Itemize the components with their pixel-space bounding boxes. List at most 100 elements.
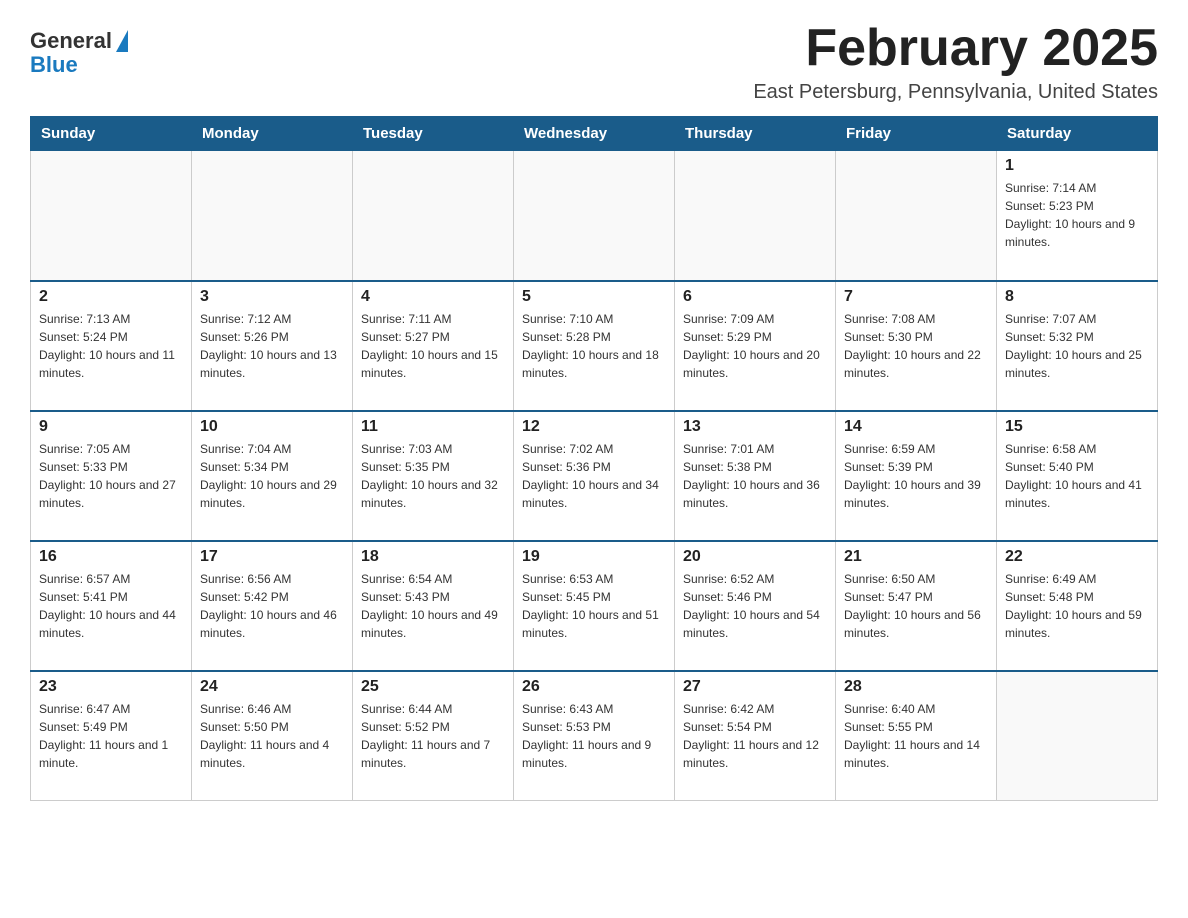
day-number: 1 (1005, 157, 1149, 175)
day-header-thursday: Thursday (675, 117, 836, 151)
day-header-friday: Friday (836, 117, 997, 151)
calendar-cell: 2 Sunrise: 7:13 AM Sunset: 5:24 PM Daylig… (31, 281, 192, 411)
calendar-cell: 22 Sunrise: 6:49 AM Sunset: 5:48 PM Dayli… (997, 541, 1158, 671)
day-info: Sunrise: 6:42 AM Sunset: 5:54 PM Dayligh… (683, 700, 827, 772)
day-info: Sunrise: 6:40 AM Sunset: 5:55 PM Dayligh… (844, 700, 988, 772)
day-number: 17 (200, 548, 344, 566)
calendar-cell: 3 Sunrise: 7:12 AM Sunset: 5:26 PM Daylig… (192, 281, 353, 411)
day-number: 27 (683, 678, 827, 696)
calendar-cell: 7 Sunrise: 7:08 AM Sunset: 5:30 PM Daylig… (836, 281, 997, 411)
location-title: East Petersburg, Pennsylvania, United St… (753, 81, 1158, 104)
calendar-cell (192, 151, 353, 281)
day-number: 8 (1005, 288, 1149, 306)
day-number: 13 (683, 418, 827, 436)
calendar-cell (997, 671, 1158, 801)
day-info: Sunrise: 7:08 AM Sunset: 5:30 PM Dayligh… (844, 310, 988, 382)
calendar-cell (836, 151, 997, 281)
calendar-cell: 13 Sunrise: 7:01 AM Sunset: 5:38 PM Dayli… (675, 411, 836, 541)
day-info: Sunrise: 7:14 AM Sunset: 5:23 PM Dayligh… (1005, 179, 1149, 251)
day-number: 10 (200, 418, 344, 436)
day-info: Sunrise: 7:05 AM Sunset: 5:33 PM Dayligh… (39, 440, 183, 512)
day-info: Sunrise: 6:59 AM Sunset: 5:39 PM Dayligh… (844, 440, 988, 512)
day-number: 7 (844, 288, 988, 306)
calendar-week-row: 1 Sunrise: 7:14 AM Sunset: 5:23 PM Daylig… (31, 151, 1158, 281)
calendar-cell: 11Sunrise: 7:03 AM Sunset: 5:35 PM Dayli… (353, 411, 514, 541)
day-header-sunday: Sunday (31, 117, 192, 151)
day-number: 24 (200, 678, 344, 696)
day-number: 14 (844, 418, 988, 436)
day-info: Sunrise: 7:12 AM Sunset: 5:26 PM Dayligh… (200, 310, 344, 382)
logo: General Blue (30, 30, 128, 78)
day-info: Sunrise: 7:07 AM Sunset: 5:32 PM Dayligh… (1005, 310, 1149, 382)
day-header-monday: Monday (192, 117, 353, 151)
day-info: Sunrise: 7:04 AM Sunset: 5:34 PM Dayligh… (200, 440, 344, 512)
calendar-week-row: 2 Sunrise: 7:13 AM Sunset: 5:24 PM Daylig… (31, 281, 1158, 411)
calendar-cell: 20 Sunrise: 6:52 AM Sunset: 5:46 PM Dayli… (675, 541, 836, 671)
day-info: Sunrise: 6:50 AM Sunset: 5:47 PM Dayligh… (844, 570, 988, 642)
day-number: 12 (522, 418, 666, 436)
calendar-cell: 26 Sunrise: 6:43 AM Sunset: 5:53 PM Dayli… (514, 671, 675, 801)
day-info: Sunrise: 7:13 AM Sunset: 5:24 PM Dayligh… (39, 310, 183, 382)
calendar-cell: 27 Sunrise: 6:42 AM Sunset: 5:54 PM Dayli… (675, 671, 836, 801)
day-number: 20 (683, 548, 827, 566)
calendar-cell: 18 Sunrise: 6:54 AM Sunset: 5:43 PM Dayli… (353, 541, 514, 671)
calendar-cell (675, 151, 836, 281)
calendar-cell: 6Sunrise: 7:09 AM Sunset: 5:29 PM Daylig… (675, 281, 836, 411)
day-number: 16 (39, 548, 183, 566)
calendar-cell: 15Sunrise: 6:58 AM Sunset: 5:40 PM Dayli… (997, 411, 1158, 541)
calendar-cell: 23 Sunrise: 6:47 AM Sunset: 5:49 PM Dayli… (31, 671, 192, 801)
day-number: 5 (522, 288, 666, 306)
day-info: Sunrise: 6:47 AM Sunset: 5:49 PM Dayligh… (39, 700, 183, 772)
day-info: Sunrise: 6:44 AM Sunset: 5:52 PM Dayligh… (361, 700, 505, 772)
day-info: Sunrise: 7:11 AM Sunset: 5:27 PM Dayligh… (361, 310, 505, 382)
day-number: 3 (200, 288, 344, 306)
calendar-cell: 25 Sunrise: 6:44 AM Sunset: 5:52 PM Dayli… (353, 671, 514, 801)
day-number: 22 (1005, 548, 1149, 566)
day-info: Sunrise: 6:49 AM Sunset: 5:48 PM Dayligh… (1005, 570, 1149, 642)
calendar-body: 1 Sunrise: 7:14 AM Sunset: 5:23 PM Daylig… (31, 151, 1158, 801)
day-header-wednesday: Wednesday (514, 117, 675, 151)
page-header: General Blue February 2025 East Petersbu… (30, 20, 1158, 104)
logo-general-text: General (30, 30, 112, 52)
calendar-cell: 9 Sunrise: 7:05 AM Sunset: 5:33 PM Daylig… (31, 411, 192, 541)
calendar-cell (353, 151, 514, 281)
day-number: 28 (844, 678, 988, 696)
calendar-cell: 16 Sunrise: 6:57 AM Sunset: 5:41 PM Dayli… (31, 541, 192, 671)
day-number: 2 (39, 288, 183, 306)
day-info: Sunrise: 7:09 AM Sunset: 5:29 PM Dayligh… (683, 310, 827, 382)
day-number: 25 (361, 678, 505, 696)
calendar-cell: 10 Sunrise: 7:04 AM Sunset: 5:34 PM Dayli… (192, 411, 353, 541)
calendar-header: SundayMondayTuesdayWednesdayThursdayFrid… (31, 117, 1158, 151)
day-header-saturday: Saturday (997, 117, 1158, 151)
calendar-cell (514, 151, 675, 281)
calendar-cell: 1 Sunrise: 7:14 AM Sunset: 5:23 PM Daylig… (997, 151, 1158, 281)
day-info: Sunrise: 7:03 AM Sunset: 5:35 PM Dayligh… (361, 440, 505, 512)
calendar-title-area: February 2025 East Petersburg, Pennsylva… (753, 20, 1158, 104)
day-number: 4 (361, 288, 505, 306)
day-info: Sunrise: 6:54 AM Sunset: 5:43 PM Dayligh… (361, 570, 505, 642)
day-info: Sunrise: 7:01 AM Sunset: 5:38 PM Dayligh… (683, 440, 827, 512)
day-info: Sunrise: 7:02 AM Sunset: 5:36 PM Dayligh… (522, 440, 666, 512)
month-title: February 2025 (753, 20, 1158, 77)
day-info: Sunrise: 6:53 AM Sunset: 5:45 PM Dayligh… (522, 570, 666, 642)
day-number: 26 (522, 678, 666, 696)
calendar-cell: 19 Sunrise: 6:53 AM Sunset: 5:45 PM Dayli… (514, 541, 675, 671)
calendar-cell: 28 Sunrise: 6:40 AM Sunset: 5:55 PM Dayli… (836, 671, 997, 801)
day-info: Sunrise: 6:43 AM Sunset: 5:53 PM Dayligh… (522, 700, 666, 772)
day-info: Sunrise: 6:46 AM Sunset: 5:50 PM Dayligh… (200, 700, 344, 772)
calendar-cell: 14 Sunrise: 6:59 AM Sunset: 5:39 PM Dayli… (836, 411, 997, 541)
day-info: Sunrise: 6:52 AM Sunset: 5:46 PM Dayligh… (683, 570, 827, 642)
day-number: 21 (844, 548, 988, 566)
day-number: 19 (522, 548, 666, 566)
calendar-cell: 24 Sunrise: 6:46 AM Sunset: 5:50 PM Dayli… (192, 671, 353, 801)
calendar-cell: 17Sunrise: 6:56 AM Sunset: 5:42 PM Dayli… (192, 541, 353, 671)
day-number: 9 (39, 418, 183, 436)
calendar-week-row: 23 Sunrise: 6:47 AM Sunset: 5:49 PM Dayli… (31, 671, 1158, 801)
calendar-cell: 5 Sunrise: 7:10 AM Sunset: 5:28 PM Daylig… (514, 281, 675, 411)
calendar-cell: 21 Sunrise: 6:50 AM Sunset: 5:47 PM Dayli… (836, 541, 997, 671)
day-number: 23 (39, 678, 183, 696)
day-number: 18 (361, 548, 505, 566)
day-header-row: SundayMondayTuesdayWednesdayThursdayFrid… (31, 117, 1158, 151)
day-info: Sunrise: 7:10 AM Sunset: 5:28 PM Dayligh… (522, 310, 666, 382)
day-info: Sunrise: 6:57 AM Sunset: 5:41 PM Dayligh… (39, 570, 183, 642)
